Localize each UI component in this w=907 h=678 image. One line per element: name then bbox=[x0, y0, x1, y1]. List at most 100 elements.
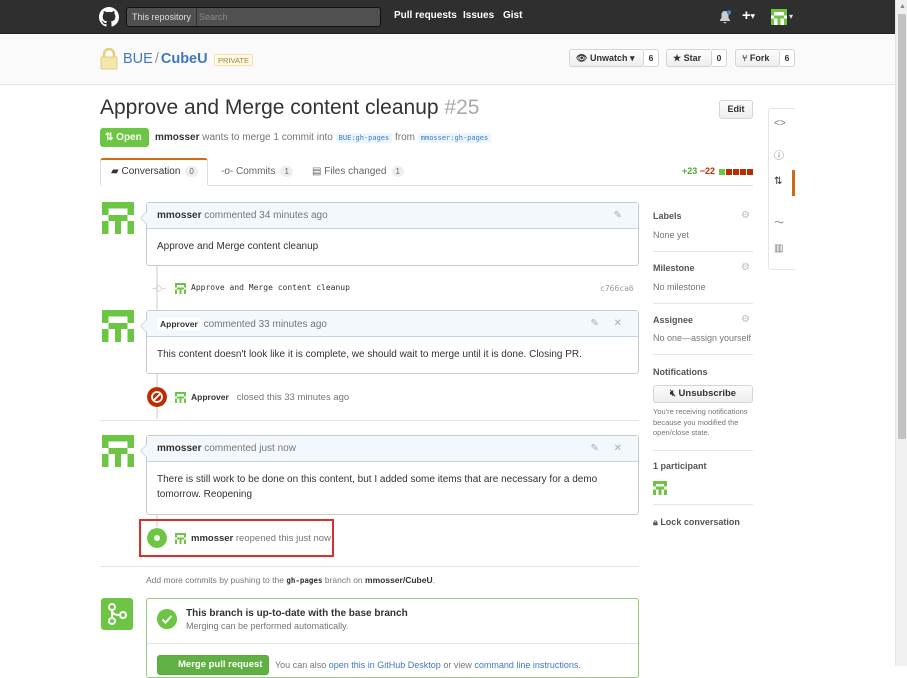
merge-pull-request-button[interactable]: Merge pull request bbox=[157, 655, 269, 675]
timeline-divider bbox=[100, 566, 639, 567]
milestone-value: No milestone bbox=[653, 282, 706, 292]
commit-sha[interactable]: c766ca6 bbox=[600, 284, 634, 293]
unwatch-button[interactable]: 👁 Unwatch ▾ bbox=[569, 49, 644, 67]
assignee-value[interactable]: No one—assign yourself bbox=[653, 333, 751, 343]
assignee-heading[interactable]: Assignee bbox=[653, 315, 693, 325]
edit-title-button[interactable]: Edit bbox=[719, 100, 753, 119]
nav-pull-requests[interactable]: Pull requests bbox=[394, 10, 457, 21]
commit-message[interactable]: Approve and Merge content cleanup bbox=[191, 283, 350, 292]
pencil-icon[interactable]: ✎ bbox=[614, 203, 628, 229]
merge-subtitle: Merging can be performed automatically. bbox=[186, 621, 349, 631]
repo-title: BUE / CubeU bbox=[123, 51, 208, 67]
diff-block bbox=[739, 168, 746, 175]
fork-count[interactable]: 6 bbox=[780, 49, 795, 67]
search-box[interactable]: This repository Search bbox=[126, 7, 381, 27]
mmosser-avatar[interactable] bbox=[102, 202, 134, 234]
comment-timestamp[interactable]: commented just now bbox=[204, 443, 296, 454]
closed-icon bbox=[147, 387, 167, 407]
pr-state-badge: ⇅ Open bbox=[100, 128, 149, 147]
comment-arrow bbox=[140, 444, 147, 458]
comment-author[interactable]: mmosser bbox=[157, 210, 201, 221]
comment-icon: ▰ bbox=[111, 166, 119, 177]
repo-owner-link[interactable]: BUE bbox=[123, 51, 153, 67]
head-branch[interactable]: mmosser:gh-pages bbox=[417, 133, 492, 143]
star-count[interactable]: 0 bbox=[712, 49, 727, 67]
user-avatar[interactable] bbox=[771, 9, 787, 25]
nav-issues[interactable]: Issues bbox=[463, 10, 494, 21]
participants-heading: 1 participant bbox=[653, 461, 707, 471]
scroll-up-arrow-icon[interactable]: ▲ bbox=[899, 3, 906, 10]
chevron-down-icon: ▾ bbox=[629, 53, 635, 63]
diff-block bbox=[718, 168, 725, 175]
milestone-gear-icon[interactable]: ⚙ bbox=[741, 262, 750, 273]
fork-icon: ⑂ bbox=[742, 53, 748, 63]
milestone-heading[interactable]: Milestone bbox=[653, 263, 695, 273]
merge-hint-middle: or view bbox=[443, 660, 472, 670]
star-button[interactable]: ★ Star bbox=[666, 49, 712, 67]
sidebar-divider bbox=[653, 354, 753, 355]
lock-conversation-link[interactable]: 🔒︎ Lock conversation bbox=[653, 517, 740, 528]
pull-requests-icon[interactable]: ⇅ bbox=[774, 176, 782, 187]
comment-body: There is still work to be done on this c… bbox=[157, 474, 598, 500]
command-line-link[interactable]: command line instructions bbox=[474, 660, 578, 670]
watch-count[interactable]: 6 bbox=[644, 49, 659, 67]
edit-delete-icons[interactable]: ✎ ✕ bbox=[590, 436, 628, 462]
comment-box: mmosser commented just now ✎ ✕ There is s… bbox=[140, 435, 639, 515]
repo-name-link[interactable]: CubeU bbox=[161, 51, 208, 67]
event-actor[interactable]: Approver bbox=[191, 392, 229, 402]
tab-files-changed[interactable]: ▤ Files changed 1 bbox=[312, 166, 404, 177]
chevron-down-icon[interactable]: ▾ bbox=[789, 12, 793, 21]
comment-timestamp[interactable]: commented 34 minutes ago bbox=[204, 210, 327, 221]
tab-conversation[interactable]: ▰ Conversation 0 bbox=[111, 166, 198, 177]
file-diff-icon: ▤ bbox=[312, 166, 322, 177]
comment-body: This content doesn't look like it is com… bbox=[157, 349, 582, 360]
assignee-gear-icon[interactable]: ⚙ bbox=[741, 314, 750, 325]
comment-timestamp[interactable]: commented 33 minutes ago bbox=[204, 319, 327, 330]
mmosser-avatar[interactable] bbox=[102, 435, 134, 467]
comment-box: mmosser commented 34 minutes ago ✎ Approv… bbox=[140, 202, 639, 266]
unsubscribe-button[interactable]: 🔇︎ Unsubscribe bbox=[653, 385, 753, 403]
comment-header: Approver commented 33 minutes ago ✎ ✕ bbox=[147, 311, 638, 337]
push-hint-repo[interactable]: mmosser/CubeU bbox=[365, 575, 433, 585]
vertical-scrollbar[interactable]: ▲ bbox=[895, 0, 907, 666]
mmosser-avatar[interactable] bbox=[175, 283, 186, 294]
eye-icon: 👁 bbox=[576, 53, 588, 63]
comment-header: mmosser commented 34 minutes ago ✎ bbox=[147, 203, 638, 229]
tab-files-count: 1 bbox=[391, 166, 404, 177]
search-scope-label: This repository bbox=[127, 8, 198, 26]
base-branch[interactable]: BUE:gh-pages bbox=[335, 133, 393, 143]
tab-conversation-label: Conversation bbox=[121, 166, 181, 177]
pr-author[interactable]: mmosser bbox=[155, 132, 199, 143]
comment-author[interactable]: mmosser bbox=[157, 443, 201, 454]
approver-avatar[interactable] bbox=[175, 392, 186, 403]
nav-gist[interactable]: Gist bbox=[503, 10, 522, 21]
labels-heading[interactable]: Labels bbox=[653, 211, 682, 221]
push-hint-suffix: . bbox=[432, 575, 435, 585]
code-icon[interactable]: <> bbox=[774, 118, 786, 129]
repo-separator: / bbox=[154, 51, 159, 67]
fork-button[interactable]: ⑂ Fork bbox=[735, 49, 780, 67]
graphs-icon[interactable]: ▥ bbox=[774, 243, 783, 254]
sidebar-divider bbox=[653, 303, 753, 304]
labels-gear-icon[interactable]: ⚙ bbox=[741, 210, 750, 221]
private-badge: PRIVATE bbox=[214, 54, 253, 66]
github-logo-icon[interactable] bbox=[99, 7, 119, 27]
git-merge-icon bbox=[108, 603, 127, 625]
issues-icon[interactable]: ⓘ bbox=[774, 147, 784, 162]
comment-author[interactable]: Approver bbox=[157, 318, 201, 330]
scrollbar-thumb[interactable] bbox=[898, 14, 906, 439]
create-new-menu[interactable]: +▾ bbox=[742, 7, 755, 24]
approver-avatar[interactable] bbox=[102, 310, 134, 342]
sidebar-divider bbox=[653, 251, 753, 252]
tab-commits[interactable]: -o- Commits 1 bbox=[221, 166, 293, 177]
pr-state-label: Open bbox=[116, 132, 142, 143]
merge-divider bbox=[147, 643, 638, 644]
pr-title-text: Approve and Merge content cleanup bbox=[100, 96, 439, 119]
fork-label: Fork bbox=[749, 53, 770, 63]
participant-avatar[interactable] bbox=[653, 481, 667, 495]
search-input[interactable]: Search bbox=[199, 8, 228, 26]
open-desktop-link[interactable]: open this in GitHub Desktop bbox=[329, 660, 441, 670]
pulse-icon[interactable]: 〜 bbox=[774, 214, 784, 229]
notifications-bell-icon[interactable] bbox=[718, 10, 732, 24]
edit-delete-icons[interactable]: ✎ ✕ bbox=[590, 311, 628, 337]
